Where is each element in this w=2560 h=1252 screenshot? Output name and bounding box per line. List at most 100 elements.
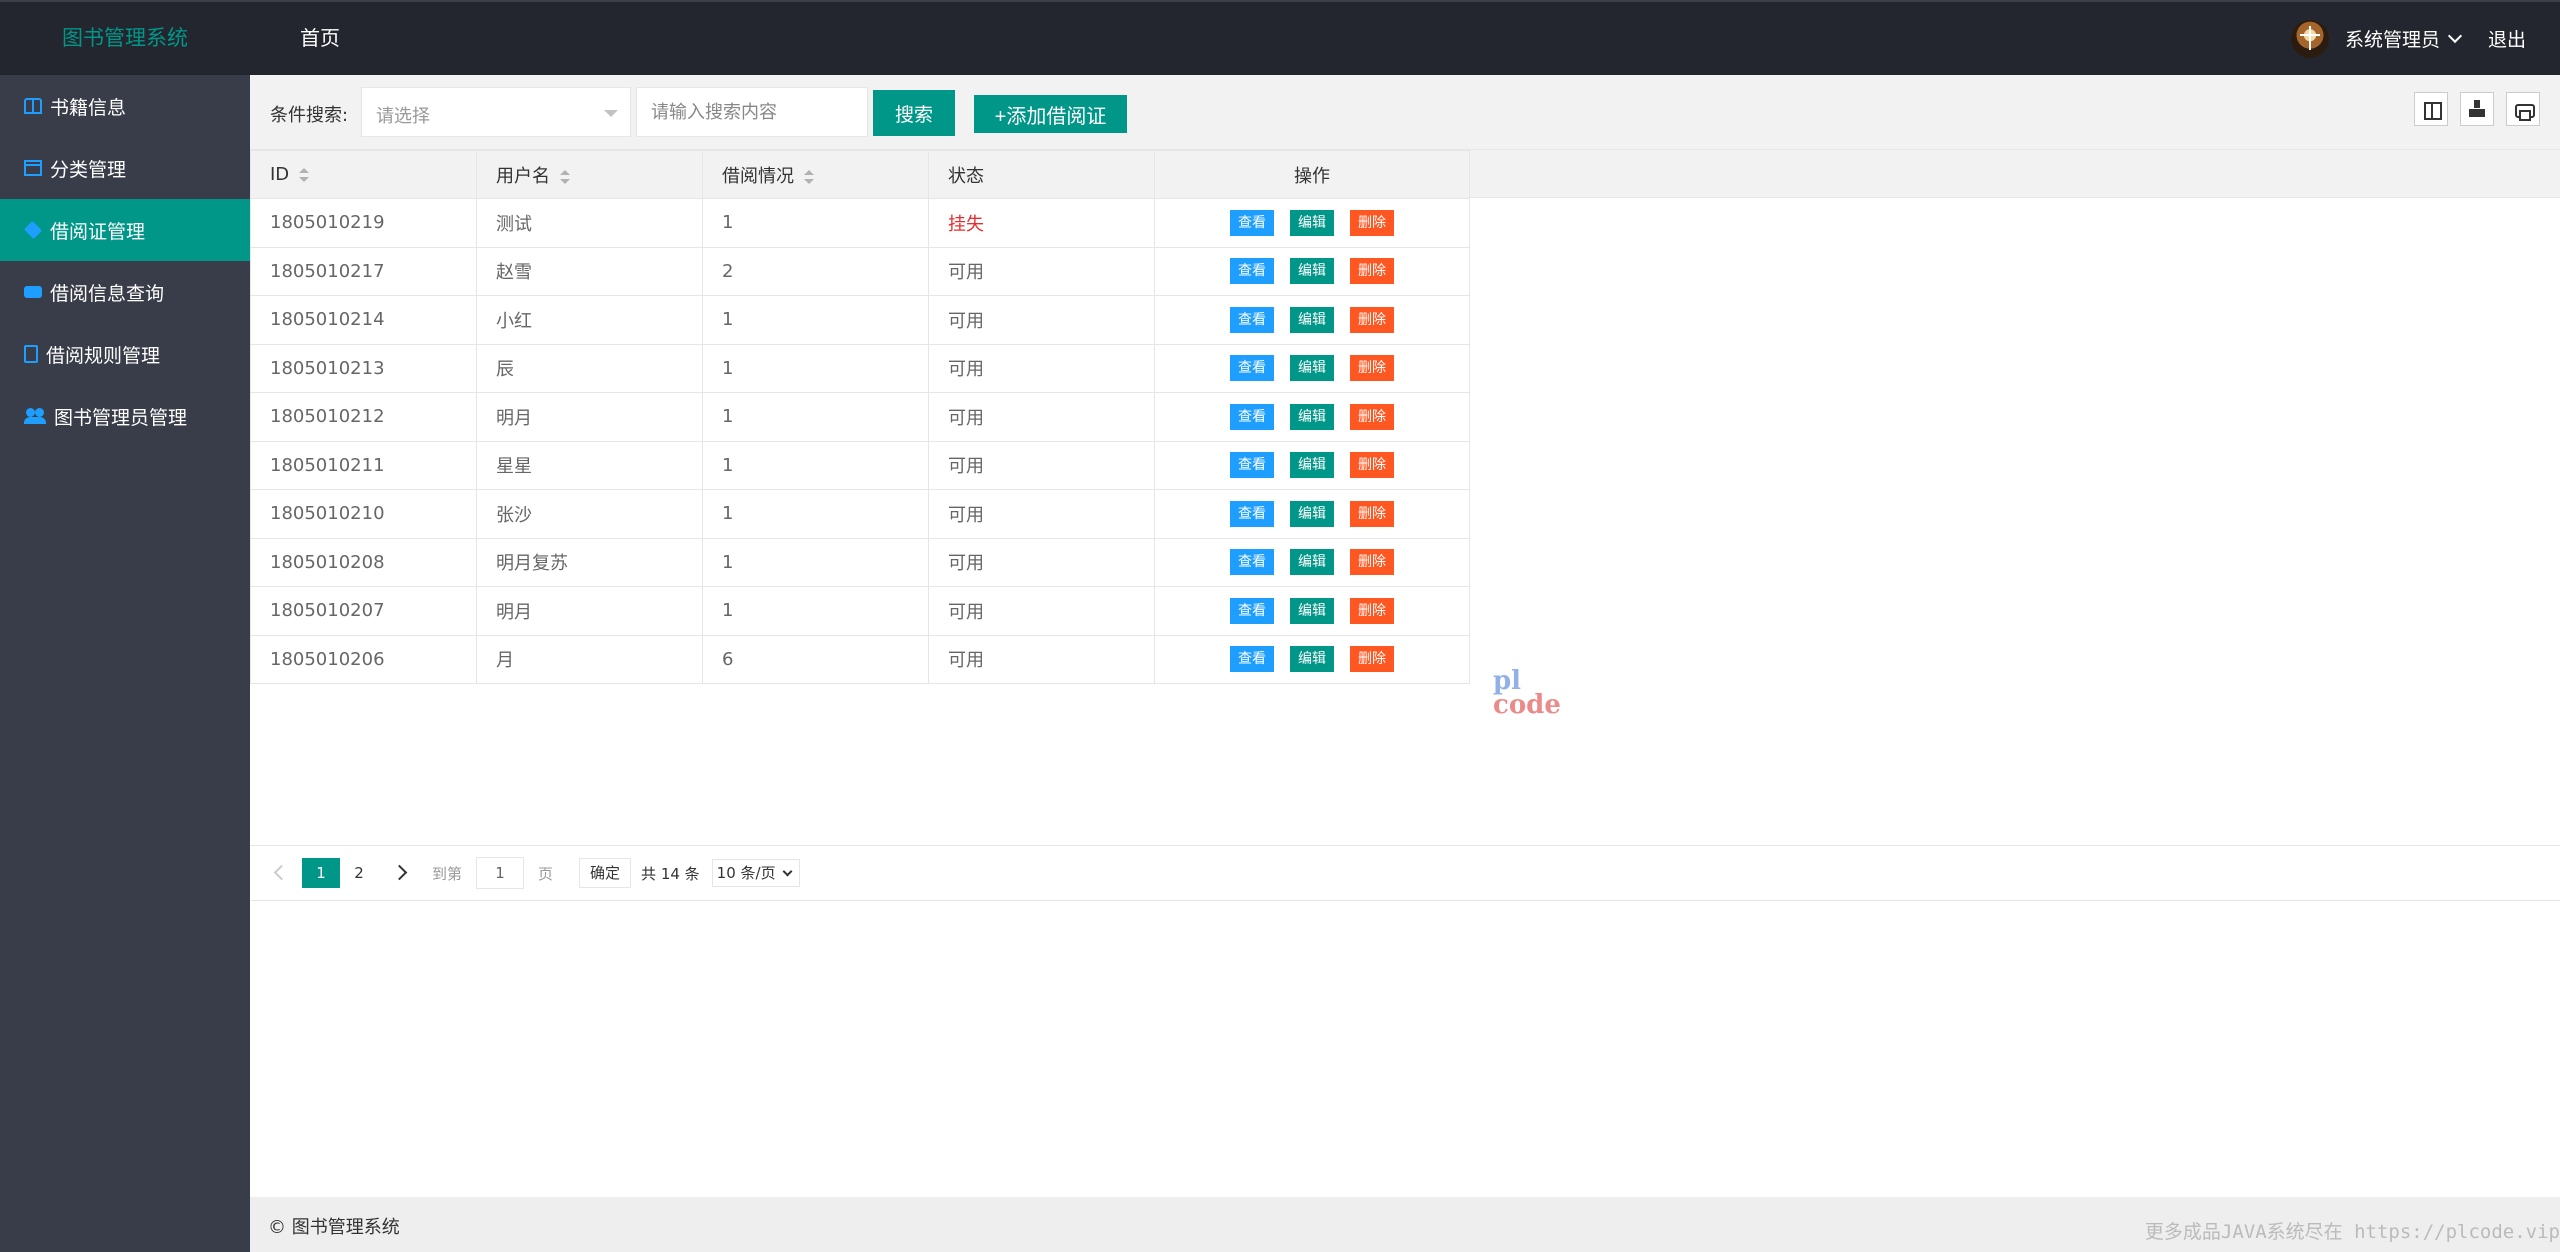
page-size-select[interactable]: 10 条/页 [711,859,800,887]
column-label: 状态 [948,165,984,187]
edit-button[interactable]: 编辑 [1290,355,1334,382]
view-button[interactable]: 查看 [1230,597,1274,624]
column-header-username[interactable]: 用户名 [476,150,703,199]
columns-icon[interactable] [2414,92,2448,126]
delete-button[interactable]: 删除 [1350,646,1394,673]
footer: © 图书管理系统 更多成品JAVA系统尽在 https://plcode.vip [250,1197,2560,1252]
prev-page-icon[interactable] [268,858,290,888]
sidebar-item-borrow-query[interactable]: 借阅信息查询 [0,261,250,323]
page-button-1[interactable]: 1 [302,858,340,888]
cell-id: 1805010214 [250,295,477,345]
add-library-card-button[interactable]: +添加借阅证 [974,95,1127,133]
chevron-down-icon[interactable] [2447,28,2463,43]
logout-link[interactable]: 退出 [2488,25,2526,52]
edit-button[interactable]: 编辑 [1290,597,1334,624]
cell-actions: 查看 编辑 删除 [1154,537,1470,587]
view-button[interactable]: 查看 [1230,209,1274,236]
users-icon [24,408,46,424]
cell-username: 明月 [476,586,703,636]
cell-actions: 查看 编辑 删除 [1154,634,1470,684]
next-page-icon[interactable] [386,858,416,888]
cell-username: 月 [476,634,703,684]
cell-status: 可用 [928,586,1155,636]
cell-actions: 查看 编辑 删除 [1154,246,1470,296]
cell-username: 张沙 [476,489,703,539]
column-header-borrow[interactable]: 借阅情况 [702,150,929,199]
sort-icon[interactable] [560,169,570,184]
view-button[interactable]: 查看 [1230,403,1274,430]
delete-button[interactable]: 删除 [1350,500,1394,527]
sidebar-item-label: 图书管理员管理 [54,406,188,429]
search-button[interactable]: 搜索 [873,90,955,136]
cell-id: 1805010219 [250,198,477,248]
table-row: 1805010217 赵雪 2 可用 查看 编辑 删除 [250,246,1470,296]
pagination: 1 2 到第 1 页 确定 共 14 条 10 条/页 [250,845,2560,901]
sidebar-item-label: 借阅信息查询 [50,282,165,305]
column-label: 借阅情况 [722,165,794,187]
edit-button[interactable]: 编辑 [1290,500,1334,527]
view-button[interactable]: 查看 [1230,355,1274,382]
sidebar-item-library-cards[interactable]: 借阅证管理 [0,199,250,261]
delete-button[interactable]: 删除 [1350,306,1394,333]
edit-button[interactable]: 编辑 [1290,549,1334,576]
view-button[interactable]: 查看 [1230,258,1274,285]
cell-actions: 查看 编辑 删除 [1154,295,1470,345]
footer-copyright: © 图书管理系统 [268,1217,400,1238]
sort-icon[interactable] [299,168,310,182]
edit-button[interactable]: 编辑 [1290,209,1334,236]
export-icon[interactable] [2460,92,2494,126]
page-button-2[interactable]: 2 [340,858,378,888]
goto-page-input[interactable]: 1 [476,857,525,889]
column-label: 操作 [1294,165,1330,187]
delete-button[interactable]: 删除 [1350,258,1394,285]
view-button[interactable]: 查看 [1230,549,1274,576]
print-icon[interactable] [2506,92,2540,126]
avatar[interactable] [2290,19,2329,58]
table-row: 1805010213 辰 1 可用 查看 编辑 删除 [250,343,1470,393]
edit-button[interactable]: 编辑 [1290,452,1334,479]
calendar-icon [24,160,42,176]
delete-button[interactable]: 删除 [1350,355,1394,382]
delete-button[interactable]: 删除 [1350,597,1394,624]
column-header-id[interactable]: ID [250,150,477,199]
note-icon [24,345,38,363]
cell-borrow: 1 [702,440,929,490]
sidebar-item-books[interactable]: 书籍信息 [0,75,250,137]
view-button[interactable]: 查看 [1230,306,1274,333]
user-menu[interactable]: 系统管理员 [2345,25,2440,52]
edit-button[interactable]: 编辑 [1290,403,1334,430]
table-row: 1805010208 明月复苏 1 可用 查看 编辑 删除 [250,537,1470,587]
edit-button[interactable]: 编辑 [1290,258,1334,285]
top-header: 图书管理系统 首页 系统管理员 退出 [0,0,2560,75]
sort-icon[interactable] [804,169,814,184]
delete-button[interactable]: 删除 [1350,403,1394,430]
search-input[interactable] [636,87,868,137]
nav-home-link[interactable]: 首页 [300,2,340,75]
goto-confirm-button[interactable]: 确定 [579,858,632,888]
delete-button[interactable]: 删除 [1350,209,1394,236]
table-row: 1805010212 明月 1 可用 查看 编辑 删除 [250,392,1470,442]
view-button[interactable]: 查看 [1230,452,1274,479]
table-tools [2414,92,2540,126]
delete-button[interactable]: 删除 [1350,549,1394,576]
table-row: 1805010214 小红 1 可用 查看 编辑 删除 [250,295,1470,345]
cell-username: 辰 [476,343,703,393]
cell-status: 可用 [928,295,1155,345]
edit-button[interactable]: 编辑 [1290,646,1334,673]
cell-status: 可用 [928,489,1155,539]
sidebar-item-categories[interactable]: 分类管理 [0,137,250,199]
view-button[interactable]: 查看 [1230,646,1274,673]
view-button[interactable]: 查看 [1230,500,1274,527]
cell-id: 1805010217 [250,246,477,296]
select-placeholder: 请选择 [376,106,430,127]
book-icon [24,98,42,114]
delete-button[interactable]: 删除 [1350,452,1394,479]
edit-button[interactable]: 编辑 [1290,306,1334,333]
app-logo[interactable]: 图书管理系统 [0,2,250,75]
search-condition-select[interactable]: 请选择 [361,87,631,137]
cell-id: 1805010207 [250,586,477,636]
watermark-line: code [1493,690,1561,720]
sidebar-item-borrow-rules[interactable]: 借阅规则管理 [0,323,250,385]
cell-borrow: 1 [702,586,929,636]
sidebar-item-librarians[interactable]: 图书管理员管理 [0,385,250,447]
